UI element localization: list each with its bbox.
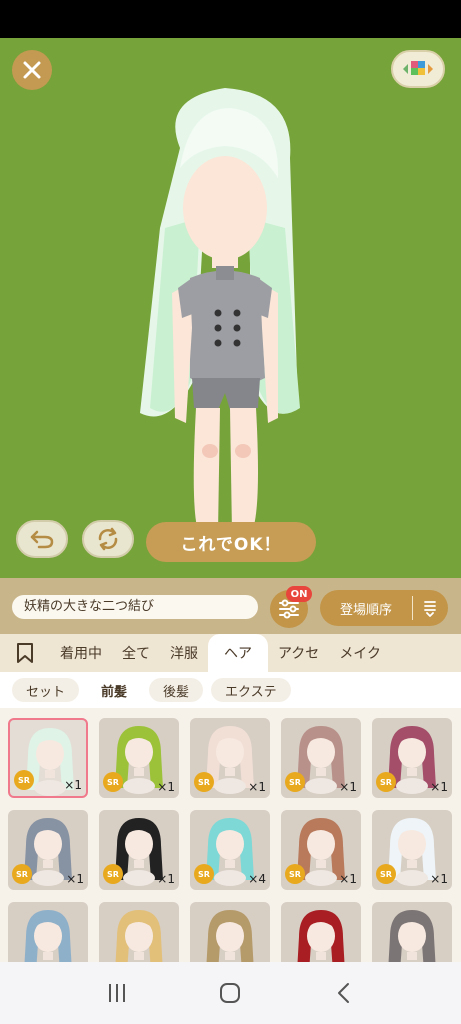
item-quantity: ×1 [248,780,266,794]
rarity-badge: SR [285,864,305,884]
rotate-icon [98,527,118,551]
hair-item-card[interactable]: SR ×1 [281,810,361,890]
tab-bookmark[interactable] [0,634,50,672]
hair-subtabs: セット 前髪 後髪 エクステ [0,672,461,708]
hair-item-card[interactable]: SR ×1 [8,810,88,890]
sort-order-toggle[interactable] [413,599,447,617]
item-quantity: ×1 [339,780,357,794]
item-quantity: ×4 [248,872,266,886]
recents-icon [108,984,125,1002]
rarity-badge: SR [376,864,396,884]
close-button[interactable] [12,50,52,90]
tab-hair[interactable]: ヘア [208,634,268,672]
hair-item-card[interactable]: SR ×4 [190,810,270,890]
item-name-bar: 妖精の大きな二つ結び ON 登場順序 [0,578,461,634]
hair-preview [388,910,436,962]
hair-item-card[interactable]: SR ×1 [8,718,88,798]
subtab-back-hair[interactable]: 後髪 [149,678,204,702]
hair-item-card[interactable] [190,902,270,962]
sort-order-icon [424,601,436,617]
back-icon [338,983,350,1003]
hair-item-card[interactable]: SR ×1 [190,718,270,798]
hair-preview [24,910,72,962]
hair-item-card[interactable]: SR ×1 [281,718,361,798]
ok-button[interactable]: これでOK！ [146,522,316,562]
hair-preview [206,910,254,962]
subtab-set[interactable]: セット [12,678,80,702]
status-bar [0,0,461,38]
rarity-badge: SR [14,770,34,790]
system-nav-bar [0,962,461,1024]
hair-item-card[interactable]: SR ×1 [99,810,179,890]
tab-all[interactable]: 全て [112,634,160,672]
rotate-button[interactable] [82,520,134,558]
tab-clothes[interactable]: 洋服 [160,634,208,672]
home-icon [220,983,241,1003]
item-quantity: ×1 [157,780,175,794]
item-quantity: ×1 [64,778,82,792]
hair-preview [115,910,163,962]
tab-makeup[interactable]: メイク [329,634,391,672]
item-quantity: ×1 [430,872,448,886]
hair-item-card[interactable] [281,902,361,962]
hair-item-card[interactable] [372,902,452,962]
sort-label: 登場順序 [339,602,392,618]
tab-wearing[interactable]: 着用中 [50,634,112,672]
undo-button[interactable] [16,520,68,558]
filter-on-badge: ON [286,586,312,602]
hair-item-card[interactable]: SR ×1 [372,810,452,890]
back-button[interactable] [324,973,364,1013]
subtab-extensions[interactable]: エクステ [211,678,291,702]
item-grid: SR ×1 SR ×1 SR ×1 SR ×1 SR ×1 SR ×1 SR ×1 SR ×4 SR ×1 SR ×1 [0,708,461,962]
rarity-badge: SR [376,772,396,792]
hair-item-card[interactable]: SR ×1 [372,718,452,798]
rarity-badge: SR [103,864,123,884]
item-quantity: ×1 [339,872,357,886]
color-palette-button[interactable] [391,50,445,88]
hair-preview [297,910,345,962]
color-palette-icon [403,61,433,75]
rarity-badge: SR [194,772,214,792]
item-quantity: ×1 [66,872,84,886]
category-tabs: 着用中 全て 洋服 ヘア アクセ メイク [0,634,461,672]
tab-accessories[interactable]: アクセ [268,634,329,672]
subtab-front-hair[interactable]: 前髪 [87,678,142,702]
hair-item-card[interactable] [8,902,88,962]
home-button[interactable] [210,973,250,1013]
sort-button[interactable]: 登場順序 [320,590,448,626]
item-quantity: ×1 [157,872,175,886]
hair-item-card[interactable]: SR ×1 [99,718,179,798]
rarity-badge: SR [194,864,214,884]
item-quantity: ×1 [430,780,448,794]
avatar-character [140,88,300,548]
item-name-field: 妖精の大きな二つ結び [12,595,258,619]
bookmark-icon [17,643,33,663]
undo-icon [30,530,54,549]
character-preview: これでOK！ [0,38,461,578]
close-icon [23,61,41,79]
rarity-badge: SR [12,864,32,884]
rarity-badge: SR [103,772,123,792]
recents-button[interactable] [97,973,137,1013]
filter-sliders-icon [279,599,299,619]
hair-item-card[interactable] [99,902,179,962]
rarity-badge: SR [285,772,305,792]
